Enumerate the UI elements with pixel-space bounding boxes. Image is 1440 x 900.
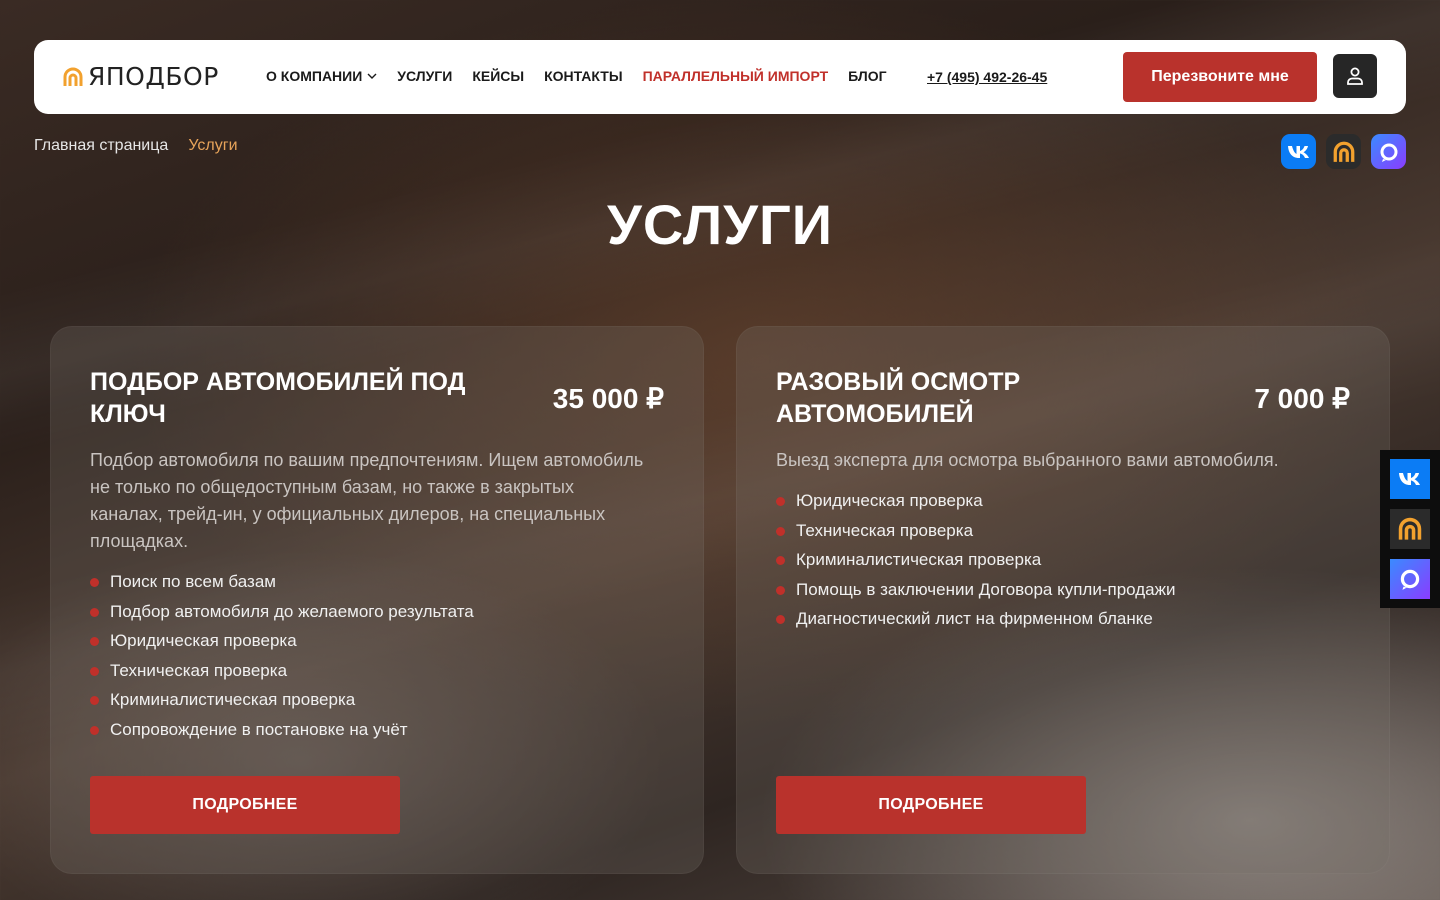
nav-item-cases[interactable]: КЕЙСЫ xyxy=(472,68,524,84)
vk-link[interactable] xyxy=(1281,134,1316,169)
bullet-dot xyxy=(90,578,99,587)
bullet-dot xyxy=(90,696,99,705)
bullet-dot xyxy=(776,615,785,624)
dzen-icon xyxy=(1398,517,1422,540)
bullet-dot xyxy=(776,497,785,506)
feature-item: Помощь в заключении Договора купли-прода… xyxy=(776,578,1176,608)
nav-item-parallel-import[interactable]: ПАРАЛЛЕЛЬНЫЙ ИМПОРТ xyxy=(643,68,829,84)
page-title: УСЛУГИ xyxy=(606,193,833,256)
more-button[interactable]: ПОДРОБНЕЕ xyxy=(776,776,1086,834)
max-link[interactable] xyxy=(1371,134,1406,169)
card-price: 35 000 ₽ xyxy=(552,383,664,414)
site-header: ЯПОДБОР О КОМПАНИИ УСЛУГИ КЕЙСЫ КОНТАКТЫ… xyxy=(34,40,1406,114)
card-title: РАЗОВЫЙ ОСМОТР АВТОМОБИЛЕЙ xyxy=(776,368,1021,428)
logo-mark-icon xyxy=(63,67,83,86)
nav-item-blog[interactable]: БЛОГ xyxy=(848,68,886,84)
bullet-dot xyxy=(90,725,99,735)
max-icon xyxy=(1380,143,1397,162)
feature-text: Поиск по всем базам xyxy=(110,572,276,591)
nav-item-label: БЛОГ xyxy=(848,68,887,84)
feature-item: Диагностический лист на фирменном бланке xyxy=(776,607,1176,637)
feature-item: Техническая проверка xyxy=(90,659,474,689)
feature-item: Криминалистическая проверка xyxy=(90,688,474,718)
nav-item-label: КОНТАКТЫ xyxy=(544,68,623,84)
feature-text: Диагностический лист на фирменном бланке xyxy=(796,609,1153,628)
phone-link[interactable]: +7 (495) 492-26-45 xyxy=(927,69,1047,85)
user-account-button[interactable] xyxy=(1333,54,1377,98)
main-nav: О КОМПАНИИ УСЛУГИ КЕЙСЫ КОНТАКТЫ ПАРАЛЛЕ… xyxy=(266,68,907,84)
vk-icon xyxy=(1287,145,1309,158)
dzen-link[interactable] xyxy=(1326,134,1361,169)
feature-text: Криминалистическая проверка xyxy=(796,550,1042,569)
feature-text: Техническая проверка xyxy=(796,520,974,540)
nav-item-label: УСЛУГИ xyxy=(397,68,453,84)
feature-item: Подбор автомобиля до желаемого результат… xyxy=(90,600,474,630)
logo-text: ЯПОДБОР xyxy=(88,62,219,91)
card-description: Выезд эксперта для осмотра выбранного ва… xyxy=(776,450,1279,470)
social-links xyxy=(1281,134,1406,169)
vk-icon xyxy=(1399,473,1420,485)
feature-text: Криминалистическая проверка xyxy=(110,690,356,709)
nav-item-services[interactable]: УСЛУГИ xyxy=(397,68,452,84)
breadcrumb-home[interactable]: Главная страница xyxy=(34,137,168,155)
nav-item-about[interactable]: О КОМПАНИИ xyxy=(266,68,377,84)
bullet-dot xyxy=(776,556,785,565)
card-price: 7 000 ₽ xyxy=(1254,383,1350,414)
bullet-dot xyxy=(90,637,99,646)
chevron-down-icon xyxy=(367,73,377,79)
feature-item: Юридическая проверка xyxy=(90,629,474,659)
feature-text: Техническая проверка xyxy=(110,660,288,680)
nav-item-label: О КОМПАНИИ xyxy=(266,68,363,84)
breadcrumb: Главная страница Услуги xyxy=(34,137,258,155)
dzen-icon xyxy=(1333,141,1354,162)
callback-button[interactable]: Перезвоните мне xyxy=(1123,52,1317,102)
feature-list: Поиск по всем базам Подбор автомобиля до… xyxy=(90,570,474,747)
bullet-dot xyxy=(776,526,785,536)
feature-list: Юридическая проверка Техническая проверк… xyxy=(776,489,1176,637)
breadcrumb-current: Услуги xyxy=(188,137,238,154)
feature-item: Криминалистическая проверка xyxy=(776,548,1176,578)
side-max-link[interactable] xyxy=(1390,559,1430,599)
feature-text: Подбор автомобиля до желаемого результат… xyxy=(110,601,474,621)
service-card: РАЗОВЫЙ ОСМОТР АВТОМОБИЛЕЙ 7 000 ₽ Выезд… xyxy=(736,326,1390,874)
bullet-dot xyxy=(90,666,99,676)
user-icon xyxy=(1347,67,1363,85)
side-vk-link[interactable] xyxy=(1390,459,1430,499)
more-button[interactable]: ПОДРОБНЕЕ xyxy=(90,776,400,834)
nav-item-label: ПАРАЛЛЕЛЬНЫЙ ИМПОРТ xyxy=(642,68,829,84)
service-card: ПОДБОР АВТОМОБИЛЕЙ ПОД КЛЮЧ 35 000 ₽ Под… xyxy=(50,326,704,874)
max-icon xyxy=(1400,569,1420,590)
feature-text: Помощь в заключении Договора купли-прода… xyxy=(796,579,1176,599)
card-title: ПОДБОР АВТОМОБИЛЕЙ ПОД КЛЮЧ xyxy=(90,368,466,428)
side-dzen-link[interactable] xyxy=(1390,509,1430,549)
feature-item: Сопровождение в постановке на учёт xyxy=(90,718,474,748)
feature-text: Юридическая проверка xyxy=(796,491,983,510)
feature-item: Поиск по всем базам xyxy=(90,570,474,600)
nav-item-label: КЕЙСЫ xyxy=(472,68,525,84)
logo[interactable]: ЯПОДБОР xyxy=(62,62,219,91)
feature-item: Юридическая проверка xyxy=(776,489,1176,519)
feature-text: Юридическая проверка xyxy=(110,631,297,650)
feature-item: Техническая проверка xyxy=(776,519,1176,549)
feature-text: Сопровождение в постановке на учёт xyxy=(110,719,408,739)
bullet-dot xyxy=(776,585,785,595)
bullet-dot xyxy=(90,607,99,617)
card-description: Подбор автомобиля по вашим предпочтениям… xyxy=(90,450,644,551)
nav-item-contacts[interactable]: КОНТАКТЫ xyxy=(544,68,622,84)
side-social-bar xyxy=(1380,450,1440,608)
